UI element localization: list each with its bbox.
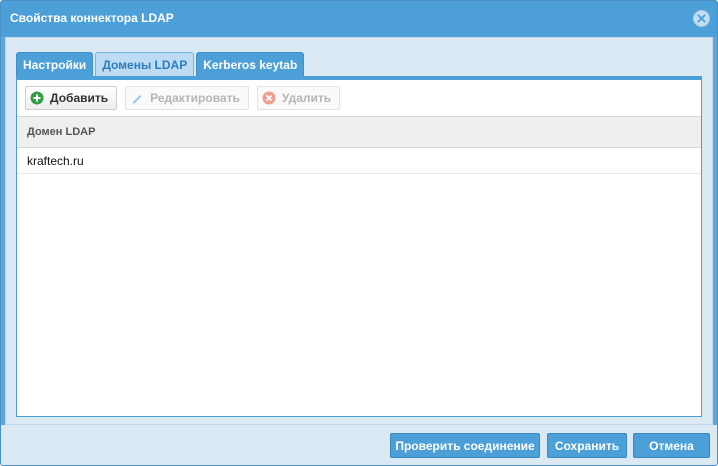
edit-button[interactable]: Редактировать	[125, 86, 249, 110]
cancel-button[interactable]: Отмена	[633, 433, 710, 458]
toolbar: Добавить Редактировать Удалить	[25, 86, 348, 110]
ldap-connector-dialog: Свойства коннектора LDAP Настройки Домен…	[0, 0, 718, 466]
pencil-icon	[130, 91, 144, 105]
x-circle-icon	[262, 91, 276, 105]
tab-bar: Настройки Домены LDAP Kerberos keytab	[16, 52, 306, 77]
column-header-label: Домен LDAP	[27, 126, 96, 138]
dialog-footer: Проверить соединение Сохранить Отмена	[1, 425, 717, 465]
dialog-title: Свойства коннектора LDAP	[10, 11, 174, 25]
plus-circle-icon	[30, 91, 44, 105]
add-button[interactable]: Добавить	[25, 86, 118, 110]
test-connection-button[interactable]: Проверить соединение	[390, 433, 540, 458]
table-row[interactable]: kraftech.ru	[17, 148, 701, 174]
ldap-domains-panel: Добавить Редактировать Удалить Домен LDA…	[16, 76, 702, 417]
delete-button-label: Удалить	[281, 91, 332, 105]
dialog-body: Настройки Домены LDAP Kerberos keytab До…	[5, 37, 713, 425]
title-bar: Свойства коннектора LDAP	[1, 1, 717, 37]
close-button[interactable]	[693, 10, 710, 27]
save-button[interactable]: Сохранить	[547, 433, 627, 458]
add-button-label: Добавить	[50, 91, 109, 105]
close-icon	[697, 14, 706, 23]
column-header-ldap-domain[interactable]: Домен LDAP	[17, 116, 701, 148]
edit-button-label: Редактировать	[150, 91, 240, 105]
tab-ldap-domains[interactable]: Домены LDAP	[95, 52, 195, 77]
tab-settings[interactable]: Настройки	[16, 52, 94, 77]
delete-button[interactable]: Удалить	[256, 86, 341, 110]
domain-cell: kraftech.ru	[27, 154, 84, 168]
tab-kerberos-keytab[interactable]: Kerberos keytab	[196, 52, 305, 77]
